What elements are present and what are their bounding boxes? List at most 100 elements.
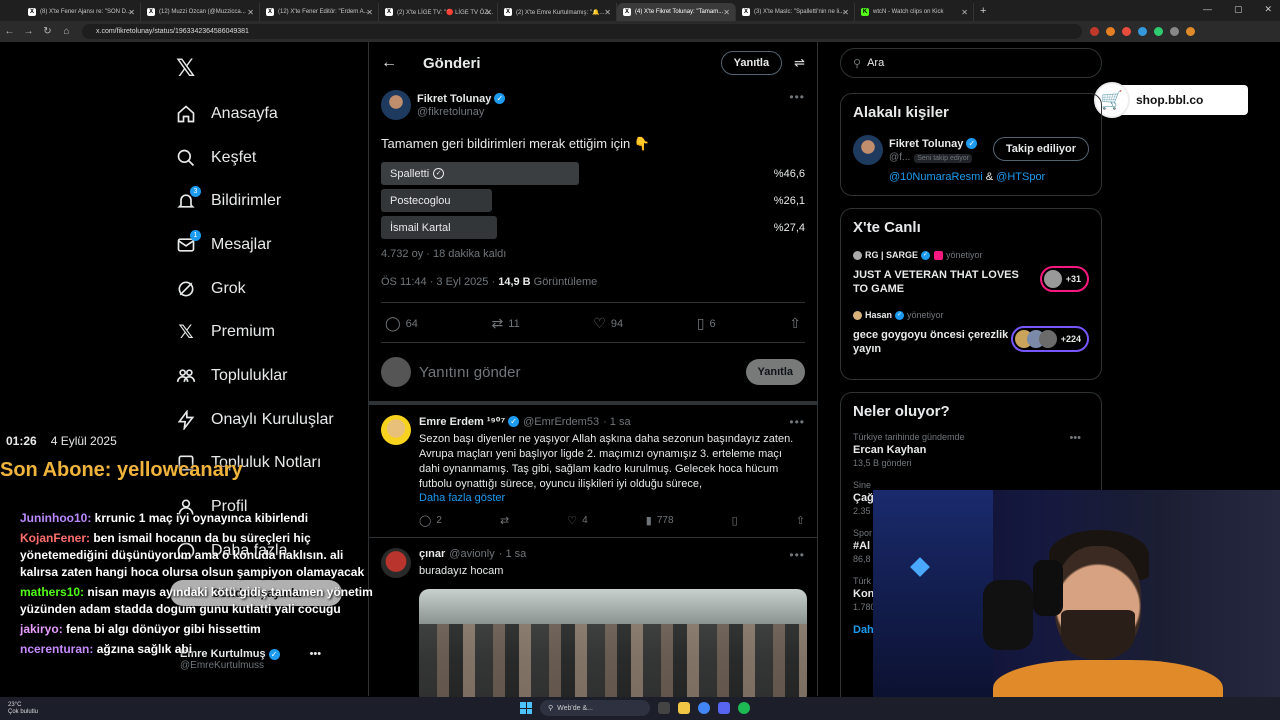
- author-name[interactable]: Fikret Tolunay: [417, 93, 491, 105]
- chrome-icon[interactable]: [698, 702, 710, 714]
- extensions-menu-icon[interactable]: [1170, 27, 1179, 36]
- reply-action[interactable]: ◯ 64: [385, 315, 418, 332]
- browser-tab[interactable]: KwtcN - Watch clips on Kick ✕: [855, 3, 974, 21]
- extension-icon[interactable]: [1138, 27, 1147, 36]
- reply-author-handle[interactable]: @avionly: [449, 548, 494, 560]
- sidebar-item-communities[interactable]: Topluluklar: [175, 354, 334, 398]
- more-options-icon[interactable]: •••: [789, 90, 805, 104]
- profile-avatar-icon[interactable]: [1186, 27, 1195, 36]
- x-logo-icon[interactable]: 𝕏: [176, 54, 195, 83]
- repost-action[interactable]: ⇄ 11: [492, 315, 520, 332]
- task-view-icon[interactable]: [658, 702, 670, 714]
- home-icon[interactable]: ⌂: [57, 26, 76, 37]
- tweet-media-image[interactable]: [419, 589, 807, 704]
- extension-icon[interactable]: [1122, 27, 1131, 36]
- more-options-icon[interactable]: •••: [789, 415, 805, 429]
- mention-link[interactable]: @HTSpor: [996, 171, 1045, 183]
- like-action[interactable]: ♡ 94: [593, 315, 623, 332]
- close-tab-icon[interactable]: ✕: [366, 8, 373, 17]
- reply-header-button[interactable]: Yanıtla: [720, 51, 783, 75]
- sidebar-item-premium[interactable]: 𝕏 Premium: [175, 310, 334, 354]
- browser-tab[interactable]: X (12) Muzzi Ozcan (@Muzzicca... ✕: [141, 3, 260, 21]
- more-options-icon[interactable]: •••: [1069, 432, 1081, 444]
- extension-icon[interactable]: [1106, 27, 1115, 36]
- sidebar-item-explore[interactable]: Keşfet: [175, 136, 334, 180]
- bookmark-action[interactable]: ▯ 6: [697, 315, 716, 332]
- browser-tab[interactable]: X (2) X'te LİGE TV: "🔴 LİGE TV ÖZ... ✕: [379, 3, 498, 21]
- close-tab-icon[interactable]: ✕: [723, 8, 730, 17]
- person-handle[interactable]: @f...: [889, 152, 910, 163]
- minimize-icon[interactable]: —: [1203, 4, 1212, 15]
- new-tab-button[interactable]: +: [980, 5, 986, 17]
- reply-time[interactable]: · 1 sa: [499, 548, 527, 560]
- browser-tab[interactable]: X (12) X'te Fener Editör: "Erdem A... ✕: [260, 3, 379, 21]
- avatar[interactable]: [381, 90, 411, 120]
- file-explorer-icon[interactable]: [678, 702, 690, 714]
- live-item[interactable]: Hasan ✓ yönetiyor gece goygoyu öncesi çere…: [853, 310, 1089, 356]
- reply-time[interactable]: · 1 sa: [603, 416, 631, 428]
- spotify-icon[interactable]: [738, 702, 750, 714]
- forward-icon[interactable]: →: [19, 26, 38, 37]
- back-arrow-icon[interactable]: ←: [381, 54, 411, 72]
- reply-author-handle[interactable]: @EmrErdem53: [523, 416, 599, 428]
- browser-tab[interactable]: X (3) X'te Maslc: "Spalletti'nin ne li...…: [736, 3, 855, 21]
- reply-action[interactable]: ◯ 2: [419, 514, 442, 527]
- back-icon[interactable]: ←: [0, 26, 19, 37]
- person-name[interactable]: Fikret Tolunay: [889, 138, 963, 150]
- maximize-icon[interactable]: ▢: [1234, 4, 1243, 15]
- live-item[interactable]: RG | SARGE ✓ yönetiyor JUST A VETERAN THAT…: [853, 250, 1089, 296]
- weather-widget[interactable]: 23°C Çok bulutlu: [8, 702, 38, 716]
- reply-submit-button[interactable]: Yanıtla: [745, 359, 805, 385]
- avatar[interactable]: [381, 548, 411, 578]
- reply-author-name[interactable]: çınar: [419, 548, 445, 560]
- tweet-time[interactable]: ÖS 11:44 · 3 Eyl 2025 ·: [381, 276, 498, 288]
- avatar[interactable]: [381, 415, 411, 445]
- sidebar-item-messages[interactable]: 1 Mesajlar: [175, 223, 334, 267]
- extension-icon[interactable]: [1090, 27, 1099, 36]
- bell-icon: 3: [175, 186, 201, 212]
- discord-icon[interactable]: [718, 702, 730, 714]
- mention-link[interactable]: @10NumaraResmi: [889, 171, 983, 183]
- reply-input[interactable]: Yanıtını gönder: [419, 364, 746, 381]
- trend-item[interactable]: Türkiye tarihinde gündemde Ercan Kayhan 13…: [853, 432, 1089, 468]
- sidebar-item-verified-orgs[interactable]: Onaylı Kuruluşlar: [175, 398, 334, 442]
- views-action[interactable]: ▮ 778: [646, 514, 674, 527]
- like-action[interactable]: ♡ 4: [567, 514, 587, 527]
- reload-icon[interactable]: ↻: [38, 26, 57, 37]
- tweet-author[interactable]: Fikret Tolunay ✓ @fikretolunay •••: [381, 90, 805, 120]
- close-tab-icon[interactable]: ✕: [485, 8, 492, 17]
- browser-tab[interactable]: X (8) X'te Fener Ajansı re: "SON D... ✕: [22, 3, 141, 21]
- taskbar-search[interactable]: ⚲ Web'de &...: [540, 700, 650, 716]
- sidebar-item-grok[interactable]: Grok: [175, 267, 334, 311]
- following-button[interactable]: Takip ediliyor: [992, 137, 1089, 161]
- close-tab-icon[interactable]: ✕: [128, 8, 135, 17]
- close-window-icon[interactable]: ✕: [1264, 4, 1272, 15]
- windows-start-icon[interactable]: [520, 702, 532, 714]
- bookmark-action[interactable]: ▯: [732, 514, 738, 527]
- reply-tweet[interactable]: Emre Erdem ¹⁹⁰⁷ ✓ @EmrErdem53 · 1 sa Sezon …: [369, 405, 817, 538]
- share-action[interactable]: ⇧: [789, 315, 801, 332]
- more-options-icon[interactable]: •••: [789, 548, 805, 562]
- sidebar-item-notifications[interactable]: 3 Bildirimler: [175, 179, 334, 223]
- repost-action[interactable]: ⇄: [500, 514, 509, 527]
- avatar[interactable]: [853, 135, 883, 165]
- close-tab-icon[interactable]: ✕: [961, 8, 968, 17]
- show-more-link[interactable]: Daha fazla göster: [419, 492, 805, 504]
- share-action[interactable]: ⇧: [796, 514, 805, 527]
- reply-tweet[interactable]: çınar @avionly · 1 sa buradayız hocam •••: [369, 538, 817, 714]
- related-person[interactable]: Fikret Tolunay ✓ @f... Seni takip ediyor T…: [853, 135, 1089, 165]
- browser-tab-active[interactable]: X (4) X'te Fikret Tolunay: "Tamam... ✕: [617, 3, 736, 21]
- search-input[interactable]: ⚲ Ara: [840, 48, 1102, 78]
- promo-banner[interactable]: 🛒 shop.bbl.co: [1094, 82, 1248, 118]
- settings-sliders-icon[interactable]: ⇌: [794, 55, 805, 71]
- author-handle[interactable]: @fikretolunay: [417, 106, 505, 118]
- extension-icon[interactable]: [1154, 27, 1163, 36]
- close-tab-icon[interactable]: ✕: [247, 8, 254, 17]
- close-tab-icon[interactable]: ✕: [842, 8, 849, 17]
- view-count: 14,9 B: [498, 276, 531, 288]
- browser-tab[interactable]: X (2) X'te Emre Kurtulmamış: "🔔... ✕: [498, 3, 617, 21]
- url-field[interactable]: x.com/fikretolunay/status/19633423645860…: [82, 24, 1082, 39]
- close-tab-icon[interactable]: ✕: [604, 8, 611, 17]
- sidebar-item-home[interactable]: Anasayfa: [175, 92, 334, 136]
- reply-author-name[interactable]: Emre Erdem ¹⁹⁰⁷: [419, 415, 505, 428]
